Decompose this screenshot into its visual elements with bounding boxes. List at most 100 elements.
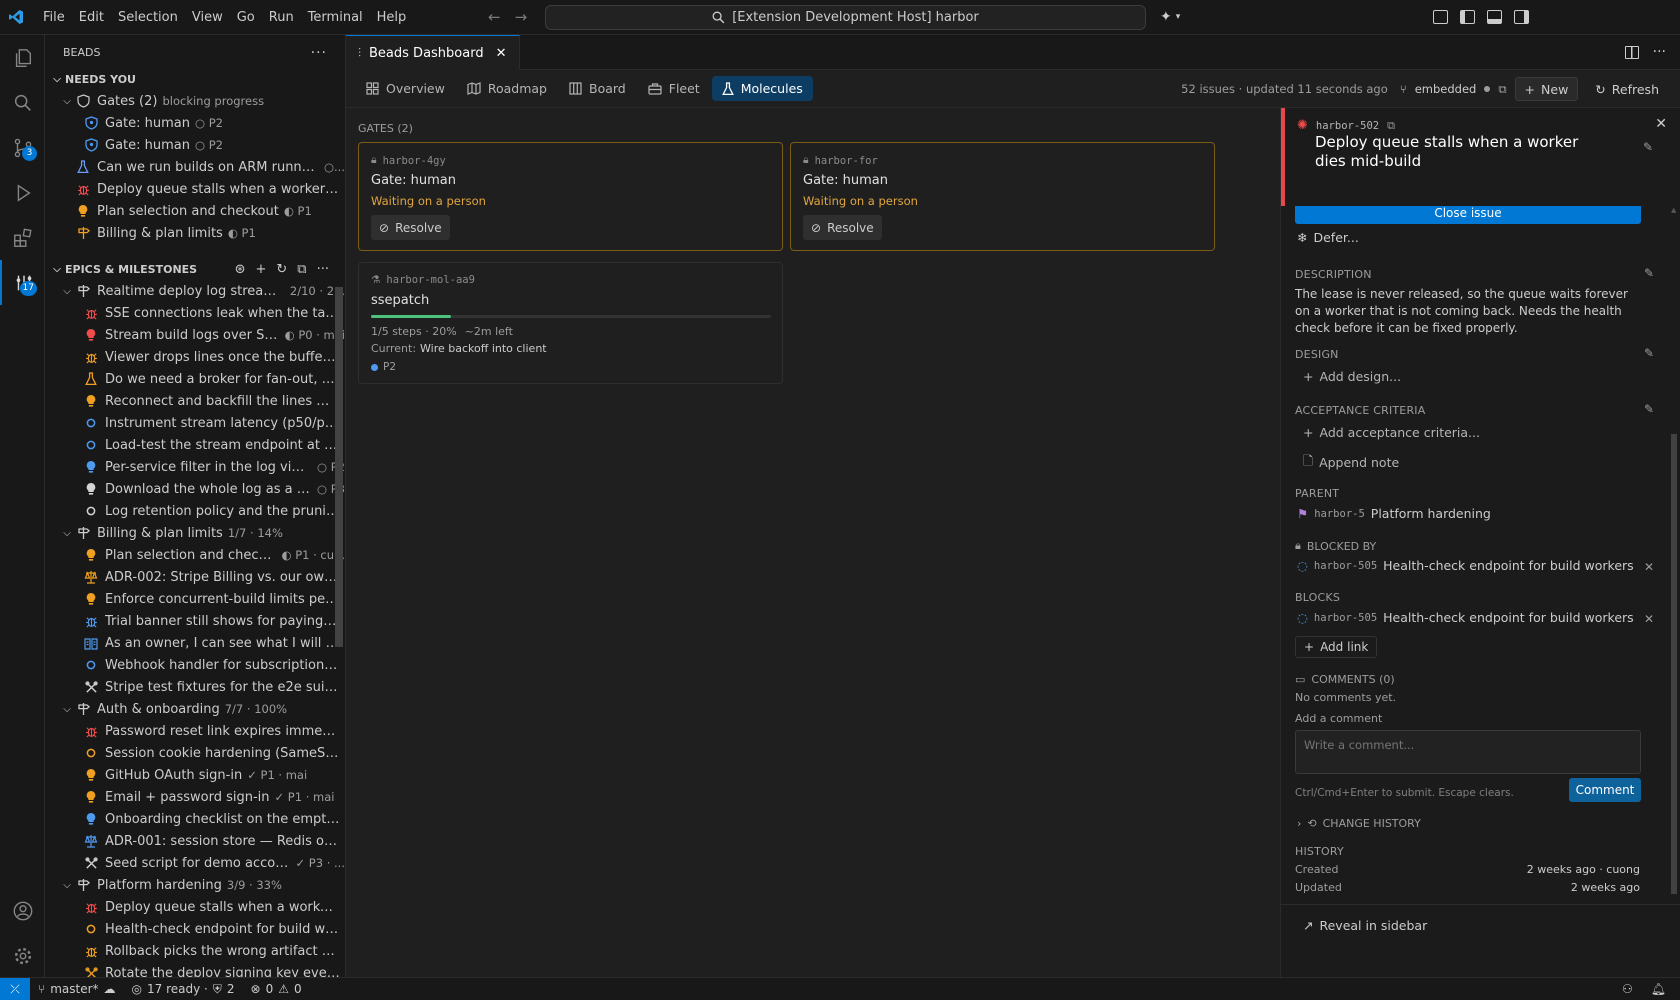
detail-scrollbar[interactable]: ▲ bbox=[1671, 206, 1677, 902]
add-acceptance-button[interactable]: + Add acceptance criteria... bbox=[1303, 425, 1480, 440]
epic-item[interactable]: Viewer drops lines once the buffer pa... bbox=[45, 346, 345, 368]
back-arrow-icon[interactable]: ← bbox=[488, 8, 501, 26]
detail-scroll-thumb[interactable] bbox=[1671, 434, 1677, 894]
menu-terminal[interactable]: Terminal bbox=[301, 0, 370, 35]
copy-icon[interactable]: ⧉ bbox=[1387, 119, 1395, 133]
epic-item[interactable]: Password reset link expires immediat... bbox=[45, 720, 345, 742]
append-note-button[interactable]: 🗋︎ Append note bbox=[1303, 452, 1399, 473]
menu-go[interactable]: Go bbox=[230, 0, 262, 35]
toggle-sidebar-icon[interactable] bbox=[1460, 10, 1475, 24]
edit-design-icon[interactable]: ✎ bbox=[1644, 346, 1654, 360]
refresh-icon[interactable]: ↻ bbox=[276, 262, 287, 277]
comment-button[interactable]: Comment bbox=[1569, 778, 1641, 802]
bell-icon[interactable]: 🔔︎ bbox=[1651, 982, 1666, 996]
new-button[interactable]: + New bbox=[1514, 77, 1579, 101]
scroll-up-icon[interactable]: ▲ bbox=[1671, 206, 1677, 214]
copy-icon[interactable]: ⧉ bbox=[1498, 82, 1506, 97]
blocks-link[interactable]: ◌ harbor-505 Health-check endpoint for b… bbox=[1297, 610, 1634, 625]
epic-item[interactable]: Seed script for demo accounts ✓ P3 · ... bbox=[45, 852, 345, 874]
epic-item[interactable]: Download the whole log as a file ○ P3 bbox=[45, 478, 345, 500]
change-history-toggle[interactable]: › ⟲ CHANGE HISTORY bbox=[1297, 817, 1421, 830]
nav-tab-board[interactable]: Board bbox=[559, 76, 636, 101]
edit-description-icon[interactable]: ✎ bbox=[1644, 266, 1654, 280]
edit-title-icon[interactable]: ✎ bbox=[1643, 140, 1653, 154]
add-icon[interactable]: + bbox=[255, 262, 266, 277]
menu-help[interactable]: Help bbox=[370, 0, 414, 35]
blocked-by-link[interactable]: ◌ harbor-505 Health-check endpoint for b… bbox=[1297, 558, 1634, 573]
epic-item[interactable]: Reconnect and backfill the lines miss... bbox=[45, 390, 345, 412]
menu-edit[interactable]: Edit bbox=[72, 0, 111, 35]
epic-item[interactable]: Rotate the deploy signing key every ... bbox=[45, 962, 345, 977]
command-center-search[interactable]: [Extension Development Host] harbor bbox=[545, 5, 1146, 30]
epics-section[interactable]: ⌵ EPICS & MILESTONES ⊛ + ↻ ⧉ ··· bbox=[45, 258, 345, 280]
reveal-in-sidebar-button[interactable]: ↗ Reveal in sidebar bbox=[1303, 918, 1427, 933]
epic-item[interactable]: Load-test the stream endpoint at 500... bbox=[45, 434, 345, 456]
sidebar-scrollbar[interactable] bbox=[335, 287, 343, 647]
epic-group[interactable]: ⌵ Billing & plan limits 1/7 · 14% bbox=[45, 522, 345, 544]
menu-run[interactable]: Run bbox=[262, 0, 301, 35]
collapse-all-icon[interactable]: ⧉ bbox=[297, 262, 306, 277]
refresh-button[interactable]: ↻ Refresh bbox=[1586, 77, 1668, 101]
problems-status[interactable]: ⊗ 0 ⚠ 0 bbox=[243, 982, 310, 996]
epic-item[interactable]: Stripe test fixtures for the e2e suite..… bbox=[45, 676, 345, 698]
epic-item[interactable]: Plan selection and checkout ◐ P1 · cu... bbox=[45, 544, 345, 566]
epic-item[interactable]: As an owner, I can see what I will be ..… bbox=[45, 632, 345, 654]
molecule-card[interactable]: ⚗ harbor-mol-aa9 ssepatch 1/5 steps · 20… bbox=[358, 262, 783, 384]
more-actions-icon[interactable]: ··· bbox=[317, 262, 329, 277]
needs-you-item[interactable]: Can we run builds on ARM runners? ○... bbox=[45, 156, 345, 178]
menu-view[interactable]: View bbox=[185, 0, 230, 35]
epic-item[interactable]: ADR-001: session store — Redis over... bbox=[45, 830, 345, 852]
epic-item[interactable]: Trial banner still shows for paying cus.… bbox=[45, 610, 345, 632]
branch-status[interactable]: ⑂ master* ☁ bbox=[30, 982, 124, 996]
explorer-button[interactable] bbox=[0, 35, 45, 80]
remote-indicator[interactable]: ⤫ bbox=[0, 978, 30, 1000]
toggle-secondary-sidebar-icon[interactable] bbox=[1514, 10, 1529, 24]
more-actions-icon[interactable]: ··· bbox=[1653, 44, 1666, 60]
source-control-button[interactable]: 3 bbox=[0, 125, 45, 170]
manage-button[interactable] bbox=[0, 933, 45, 978]
accounts-button[interactable] bbox=[0, 888, 45, 933]
split-editor-icon[interactable] bbox=[1624, 45, 1639, 59]
nav-tab-molecules[interactable]: Molecules bbox=[711, 76, 813, 101]
remove-link-icon[interactable]: ✕ bbox=[1644, 612, 1654, 626]
epic-item[interactable]: GitHub OAuth sign-in ✓ P1 · mai bbox=[45, 764, 345, 786]
customize-layout-icon[interactable] bbox=[1433, 10, 1448, 24]
needs-you-item[interactable]: Billing & plan limits ◐ P1 bbox=[45, 222, 345, 244]
add-link-button[interactable]: + Add link bbox=[1295, 636, 1378, 658]
copilot-icon[interactable]: ⚇ bbox=[1622, 982, 1633, 996]
needs-you-item[interactable]: Plan selection and checkout ◐ P1 bbox=[45, 200, 345, 222]
edit-acceptance-icon[interactable]: ✎ bbox=[1644, 402, 1654, 416]
epic-group[interactable]: ⌵ Auth & onboarding 7/7 · 100% bbox=[45, 698, 345, 720]
nav-tab-overview[interactable]: Overview bbox=[356, 76, 455, 101]
forward-arrow-icon[interactable]: → bbox=[515, 8, 528, 26]
epic-item[interactable]: Stream build logs over SSE ◐ P0 · mai bbox=[45, 324, 345, 346]
epic-item[interactable]: Deploy queue stalls when a worker di... bbox=[45, 896, 345, 918]
epic-item[interactable]: SSE connections leak when the tab cl... bbox=[45, 302, 345, 324]
gates-group[interactable]: ⌵ Gates (2) blocking progress bbox=[45, 90, 345, 112]
menu-selection[interactable]: Selection bbox=[111, 0, 185, 35]
epic-item[interactable]: Health-check endpoint for build wor... bbox=[45, 918, 345, 940]
gate-item[interactable]: Gate: human ○ P2 bbox=[45, 112, 345, 134]
epic-item[interactable]: Email + password sign-in ✓ P1 · mai bbox=[45, 786, 345, 808]
epic-item[interactable]: Do we need a broker for fan-out, or i... bbox=[45, 368, 345, 390]
defer-button[interactable]: ❄ Defer... bbox=[1297, 230, 1359, 245]
close-issue-button[interactable]: Close issue bbox=[1295, 204, 1641, 224]
nav-tab-fleet[interactable]: Fleet bbox=[638, 76, 710, 101]
epic-item[interactable]: Enforce concurrent-build limits per pl..… bbox=[45, 588, 345, 610]
tab-beads-dashboard[interactable]: ⫶ Beads Dashboard ✕ bbox=[346, 35, 520, 70]
resolve-button[interactable]: ⊘ Resolve bbox=[803, 215, 882, 240]
menu-file[interactable]: File bbox=[36, 0, 72, 35]
epic-item[interactable]: ADR-002: Stripe Billing vs. our own m... bbox=[45, 566, 345, 588]
comment-textarea[interactable] bbox=[1295, 730, 1641, 774]
toggle-panel-icon[interactable] bbox=[1487, 10, 1502, 24]
sync-icon[interactable]: ⊛ bbox=[235, 262, 246, 277]
epic-item[interactable]: Onboarding checklist on the empty d... bbox=[45, 808, 345, 830]
epic-item[interactable]: Log retention policy and the pruning ... bbox=[45, 500, 345, 522]
epic-group[interactable]: ⌵ Realtime deploy log streaming 2/10 · 2..… bbox=[45, 280, 345, 302]
extensions-button[interactable] bbox=[0, 215, 45, 260]
epic-item[interactable]: Per-service filter in the log viewer ○ P2 bbox=[45, 456, 345, 478]
nav-tab-roadmap[interactable]: Roadmap bbox=[457, 76, 557, 101]
resolve-button[interactable]: ⊘ Resolve bbox=[371, 215, 450, 240]
beads-ready-status[interactable]: ◎ 17 ready · ⛨ 2 bbox=[124, 982, 243, 997]
search-view-button[interactable] bbox=[0, 80, 45, 125]
